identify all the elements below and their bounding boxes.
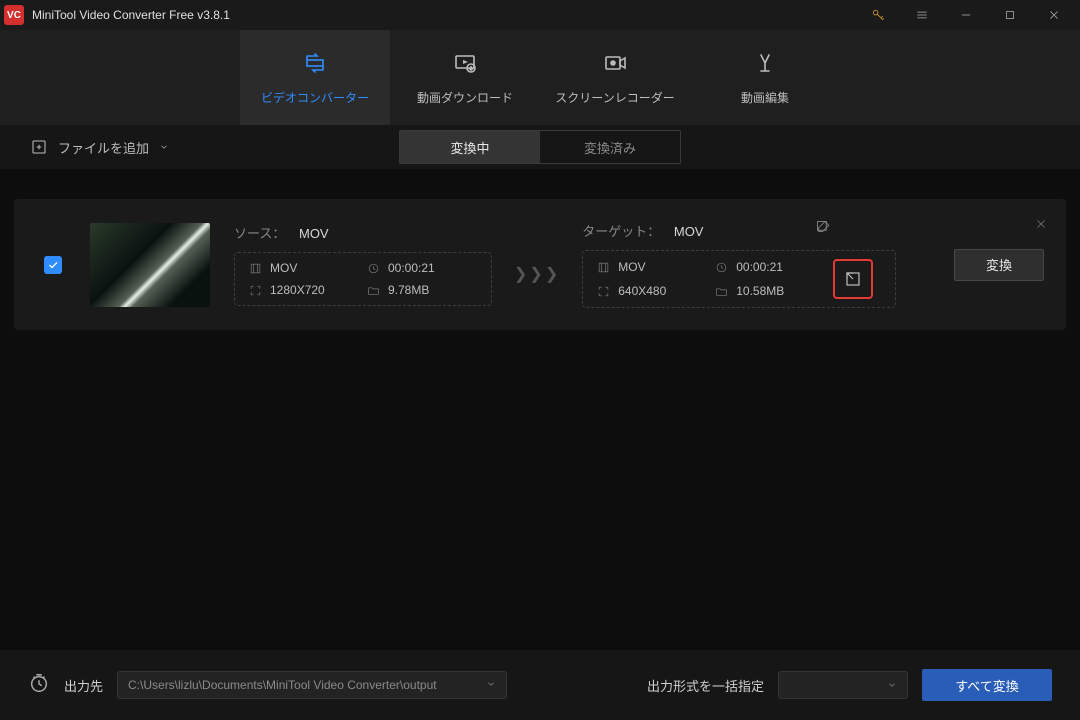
download-icon xyxy=(451,49,479,77)
expand-icon xyxy=(249,284,262,297)
source-duration: 00:00:21 xyxy=(367,261,477,275)
source-container: MOV xyxy=(249,261,359,275)
batch-format-label: 出力形式を一括指定 xyxy=(647,676,764,695)
tab-converting[interactable]: 変換中 xyxy=(400,131,540,163)
tab-label: 動画ダウンロード xyxy=(417,89,513,106)
target-header: ターゲット： MOV xyxy=(582,221,896,240)
arrow-separator: ❯❯❯ xyxy=(514,264,560,284)
target-label: ターゲット： xyxy=(582,224,660,239)
tab-label: 動画編集 xyxy=(741,89,789,106)
app-logo: VC xyxy=(4,5,24,25)
edit-target-format-button[interactable] xyxy=(833,259,873,299)
target-format: MOV xyxy=(674,224,704,239)
status-tabs: 変換中 変換済み xyxy=(399,130,681,164)
add-file-button[interactable]: ファイルを追加 xyxy=(30,138,169,157)
output-path-select[interactable]: C:\Users\lizlu\Documents\MiniTool Video … xyxy=(117,671,507,699)
target-container: MOV xyxy=(597,259,707,275)
source-meta: MOV 00:00:21 1280X720 9.78MB xyxy=(234,252,492,306)
converter-icon xyxy=(301,49,329,77)
expand-icon xyxy=(597,285,610,298)
edit-target-icon[interactable] xyxy=(815,219,830,239)
maximize-button[interactable] xyxy=(988,0,1032,30)
tab-screen-recorder[interactable]: スクリーンレコーダー xyxy=(540,30,690,125)
file-item: ソース： MOV MOV 00:00:21 1280X720 9.78MB ❯❯… xyxy=(14,199,1066,330)
video-thumbnail[interactable] xyxy=(90,223,210,307)
tab-label: ビデオコンバーター xyxy=(261,89,369,106)
target-size: 10.58MB xyxy=(715,283,825,299)
edit-icon xyxy=(751,49,779,77)
titlebar: VC MiniTool Video Converter Free v3.8.1 xyxy=(0,0,1080,30)
output-path: C:\Users\lizlu\Documents\MiniTool Video … xyxy=(128,678,437,692)
batch-format-select[interactable] xyxy=(778,671,908,699)
target-block: ターゲット： MOV MOV 00:00:21 640X480 10.58MB xyxy=(582,221,896,308)
file-checkbox[interactable] xyxy=(44,256,62,274)
tab-video-edit[interactable]: 動画編集 xyxy=(690,30,840,125)
source-resolution: 1280X720 xyxy=(249,283,359,297)
chevron-down-icon xyxy=(486,678,496,692)
tab-video-converter[interactable]: ビデオコンバーター xyxy=(240,30,390,125)
tab-converted[interactable]: 変換済み xyxy=(540,131,680,163)
tab-label: スクリーンレコーダー xyxy=(555,89,674,106)
clock-icon xyxy=(715,261,728,274)
chevron-down-icon xyxy=(159,142,169,152)
window-title: MiniTool Video Converter Free v3.8.1 xyxy=(32,8,856,22)
source-format: MOV xyxy=(299,226,329,241)
tab-video-download[interactable]: 動画ダウンロード xyxy=(390,30,540,125)
remove-item-button[interactable] xyxy=(1034,217,1048,236)
schedule-icon[interactable] xyxy=(28,672,50,699)
folder-icon xyxy=(367,284,380,297)
source-header: ソース： MOV xyxy=(234,223,492,242)
toolbar: ファイルを追加 変換中 変換済み xyxy=(0,125,1080,169)
recorder-icon xyxy=(601,49,629,77)
convert-all-button[interactable]: すべて変換 xyxy=(922,669,1052,701)
source-size: 9.78MB xyxy=(367,283,477,297)
target-resolution: 640X480 xyxy=(597,283,707,299)
minimize-button[interactable] xyxy=(944,0,988,30)
target-meta: MOV 00:00:21 640X480 10.58MB xyxy=(582,250,896,308)
film-icon xyxy=(249,262,262,275)
chevron-down-icon xyxy=(887,680,897,690)
close-button[interactable] xyxy=(1032,0,1076,30)
clock-icon xyxy=(367,262,380,275)
add-file-icon xyxy=(30,138,48,156)
folder-icon xyxy=(715,285,728,298)
top-nav: ビデオコンバーター 動画ダウンロード スクリーンレコーダー 動画編集 xyxy=(0,30,1080,125)
convert-button[interactable]: 変換 xyxy=(954,249,1044,281)
key-icon[interactable] xyxy=(856,0,900,30)
target-duration: 00:00:21 xyxy=(715,259,825,275)
file-list: ソース： MOV MOV 00:00:21 1280X720 9.78MB ❯❯… xyxy=(0,169,1080,360)
add-file-label: ファイルを追加 xyxy=(58,138,149,157)
menu-icon[interactable] xyxy=(900,0,944,30)
film-icon xyxy=(597,261,610,274)
bottom-bar: 出力先 C:\Users\lizlu\Documents\MiniTool Vi… xyxy=(0,650,1080,720)
output-label: 出力先 xyxy=(64,676,103,695)
source-label: ソース： xyxy=(234,226,285,241)
source-block: ソース： MOV MOV 00:00:21 1280X720 9.78MB xyxy=(234,223,492,306)
